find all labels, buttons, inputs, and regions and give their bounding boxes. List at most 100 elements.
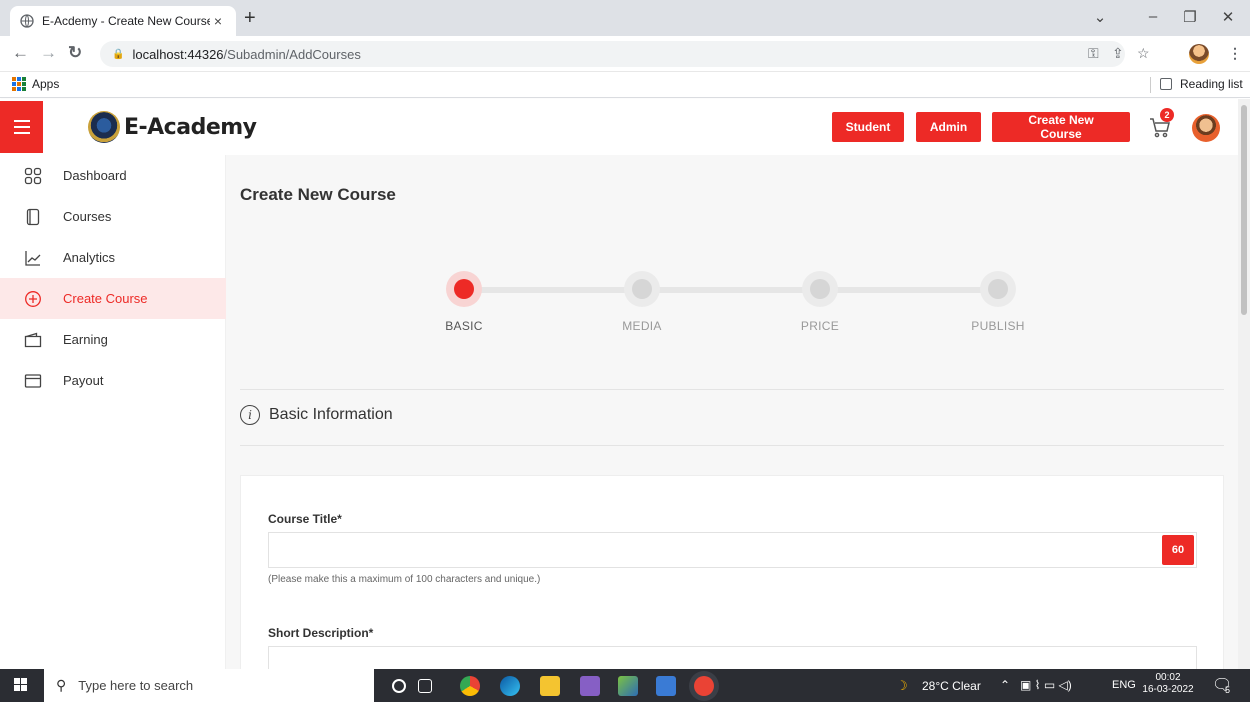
clock-time: 00:02: [1155, 672, 1181, 683]
step-publish[interactable]: PUBLISH: [938, 271, 1058, 333]
reload-icon[interactable]: ↻: [68, 44, 82, 62]
plus-circle-icon: [24, 290, 42, 308]
reading-list-label: Reading list: [1180, 77, 1243, 91]
scrollbar-thumb[interactable]: [1241, 105, 1247, 315]
url-text: localhost:44326/Subadmin/AddCourses: [132, 46, 361, 62]
browser-tab[interactable]: E-Acdemy - Create New Course ×: [10, 6, 236, 36]
cortana-icon[interactable]: [392, 679, 406, 693]
notification-count: 5: [1225, 685, 1231, 695]
close-window-button[interactable]: ✕: [1218, 8, 1238, 26]
page-title: Create New Course: [240, 185, 396, 204]
bookmarks-divider: [1150, 77, 1151, 93]
apps-grid-icon: [12, 77, 26, 91]
admin-button[interactable]: Admin: [916, 112, 981, 142]
wallet-icon: [24, 331, 42, 349]
card-icon: [24, 372, 42, 390]
course-title-label: Course Title*: [268, 512, 342, 526]
tab-search-icon[interactable]: ⌄: [1090, 8, 1110, 26]
sidebar: Dashboard Courses Analytics Create Cours…: [0, 155, 226, 669]
step-basic[interactable]: BASIC: [404, 271, 524, 333]
sidebar-item-create-course[interactable]: Create Course: [0, 278, 226, 319]
profile-avatar[interactable]: [1189, 44, 1209, 64]
character-counter-badge: 60: [1162, 535, 1194, 565]
apps-label: Apps: [32, 77, 60, 91]
browser-tab-strip: E-Acdemy - Create New Course × + ⌄ – ❐ ✕: [0, 0, 1250, 36]
page-scrollbar[interactable]: [1238, 99, 1250, 669]
minimize-button[interactable]: –: [1143, 8, 1163, 25]
kebab-menu-icon[interactable]: ⋮: [1228, 45, 1242, 62]
user-avatar[interactable]: [1192, 114, 1220, 142]
analytics-chart-icon: [24, 249, 42, 267]
cart-count-badge: 2: [1160, 108, 1174, 122]
new-tab-button[interactable]: +: [244, 8, 256, 28]
tray-icons[interactable]: ▣ ⌇ ▭ ◁): [1020, 678, 1072, 692]
photos-icon[interactable]: [618, 676, 638, 696]
weather-moon-icon: ☽: [896, 678, 908, 693]
url-bar[interactable]: 🔒 localhost:44326/Subadmin/AddCourses: [100, 41, 1125, 67]
step-dot: [802, 271, 838, 307]
edge-icon[interactable]: [500, 676, 520, 696]
step-price[interactable]: PRICE: [760, 271, 880, 333]
sidebar-item-payout[interactable]: Payout: [0, 360, 226, 401]
basic-info-form: Course Title* 60 (Please make this a max…: [240, 475, 1224, 676]
section-title: Basic Information: [269, 406, 393, 423]
courses-book-icon: [24, 208, 42, 226]
brand[interactable]: E-Academy: [88, 111, 257, 143]
sidebar-item-courses[interactable]: Courses: [0, 196, 226, 237]
weather-text[interactable]: 28°C Clear: [922, 679, 981, 693]
forward-arrow-icon[interactable]: →: [40, 44, 57, 62]
clock[interactable]: 00:02 16-03-2022: [1142, 672, 1194, 696]
share-icon[interactable]: ⇪: [1112, 45, 1124, 62]
task-view-icon[interactable]: [418, 679, 432, 693]
create-new-course-button[interactable]: Create New Course: [992, 112, 1130, 142]
divider: [240, 389, 1224, 390]
section-header: i Basic Information: [240, 405, 393, 425]
back-arrow-icon[interactable]: ←: [12, 44, 29, 62]
sidebar-item-earning[interactable]: Earning: [0, 319, 226, 360]
file-explorer-icon[interactable]: [540, 676, 560, 696]
course-title-hint: (Please make this a maximum of 100 chara…: [268, 574, 541, 585]
sidebar-item-label: Payout: [63, 373, 104, 388]
step-label: MEDIA: [622, 319, 662, 333]
reading-list-button[interactable]: Reading list: [1160, 77, 1243, 91]
apps-bookmark[interactable]: Apps: [12, 77, 59, 91]
bookmark-star-icon[interactable]: ☆: [1137, 45, 1150, 62]
info-icon: i: [240, 405, 260, 425]
dashboard-grid-icon: [24, 167, 42, 185]
taskbar-search[interactable]: ⚲ Type here to search: [44, 669, 374, 702]
hamburger-menu-icon[interactable]: [0, 101, 43, 153]
stepper-track: [464, 287, 998, 293]
sidebar-item-dashboard[interactable]: Dashboard: [0, 155, 226, 196]
sidebar-item-label: Create Course: [63, 291, 148, 306]
address-toolbar: ← → ↻ 🔒 localhost:44326/Subadmin/AddCour…: [0, 36, 1250, 72]
lock-icon: 🔒: [112, 48, 125, 60]
sidebar-item-label: Dashboard: [63, 168, 127, 183]
clock-date: 16-03-2022: [1142, 684, 1194, 695]
language-indicator[interactable]: ENG: [1112, 679, 1136, 691]
step-dot: [446, 271, 482, 307]
restore-button[interactable]: ❐: [1180, 8, 1200, 26]
windows-start-icon[interactable]: [14, 678, 27, 691]
step-label: PUBLISH: [971, 319, 1025, 333]
course-title-input[interactable]: [268, 532, 1197, 568]
tray-chevron-icon[interactable]: ⌃: [1000, 678, 1010, 692]
step-label: BASIC: [445, 319, 483, 333]
brand-name: E-Academy: [124, 114, 257, 140]
app-header: E-Academy Student Admin Create New Cours…: [0, 99, 1238, 155]
visual-studio-icon[interactable]: [580, 676, 600, 696]
reading-list-icon: [1160, 78, 1172, 90]
windows-taskbar: ⚲ Type here to search ☽ 28°C Clear ⌃ ▣ ⌇…: [0, 669, 1250, 702]
sidebar-item-label: Analytics: [63, 250, 116, 265]
chrome-profile-icon[interactable]: [694, 676, 714, 696]
step-label: PRICE: [800, 319, 840, 333]
tab-title: E-Acdemy - Create New Course: [42, 14, 210, 28]
step-media[interactable]: MEDIA: [582, 271, 702, 333]
tab-close-icon[interactable]: ×: [210, 13, 226, 29]
step-dot: [624, 271, 660, 307]
sidebar-item-analytics[interactable]: Analytics: [0, 237, 226, 278]
notepad-icon[interactable]: [656, 676, 676, 696]
search-icon: ⚲: [56, 677, 67, 693]
student-button[interactable]: Student: [832, 112, 904, 142]
chrome-icon[interactable]: [460, 676, 480, 696]
key-icon[interactable]: ⚿: [1088, 45, 1099, 62]
